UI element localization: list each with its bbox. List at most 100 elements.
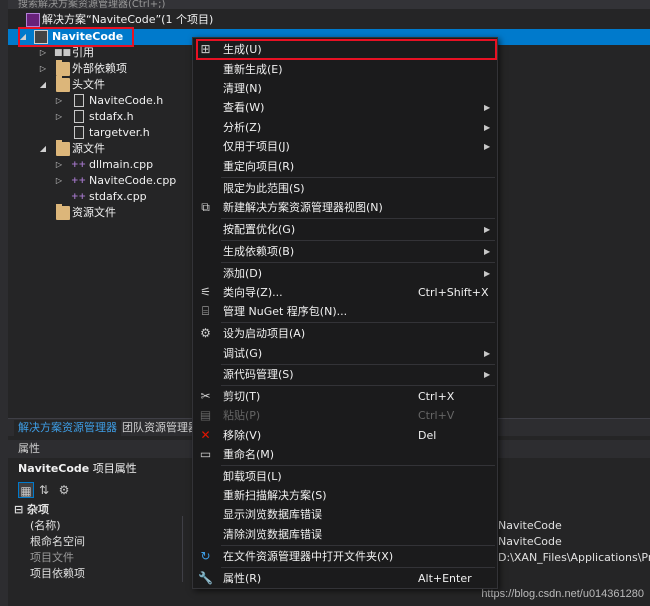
tree-label: 头文件	[72, 78, 105, 91]
alphabetical-icon[interactable]: ⇅	[36, 482, 52, 498]
category-label: ⊟ 杂项	[14, 503, 50, 516]
menu-separator	[221, 177, 495, 178]
folder-icon	[56, 60, 70, 76]
remove-icon: ✕	[200, 428, 211, 442]
menu-separator	[221, 322, 495, 323]
menu-item-cut[interactable]: ✂ 剪切(T) Ctrl+X	[194, 387, 496, 406]
class-wizard-icon: ⚟	[200, 285, 211, 299]
menu-separator	[221, 218, 495, 219]
menu-item-build-dependencies[interactable]: 生成依赖项(B) ▶	[194, 242, 496, 261]
menu-separator	[221, 262, 495, 263]
collapse-arrow-icon[interactable]: ▷	[54, 157, 64, 173]
menu-item-clear-db-errors[interactable]: 清除浏览数据库错误	[194, 525, 496, 544]
submenu-arrow-icon: ▶	[484, 123, 491, 132]
menu-separator	[221, 385, 495, 386]
header-file-icon	[74, 110, 84, 123]
menu-item-show-db-errors[interactable]: 显示浏览数据库错误	[194, 505, 496, 524]
solution-label: 解决方案“NaviteCode”(1 个项目)	[42, 13, 214, 26]
menu-item-rename[interactable]: ▭ 重命名(M)	[194, 445, 496, 464]
categorized-icon[interactable]: ▦	[18, 482, 34, 498]
property-value: NaviteCode	[498, 519, 562, 532]
properties-subject-suffix: 项目属性	[92, 462, 137, 475]
menu-item-pgo[interactable]: 按配置优化(G) ▶	[194, 220, 496, 239]
paste-icon: ▤	[199, 408, 212, 422]
menu-item-properties[interactable]: 🔧 属性(R) Alt+Enter	[194, 569, 496, 588]
submenu-arrow-icon: ▶	[484, 370, 491, 379]
folder-icon	[56, 204, 70, 220]
collapse-arrow-icon[interactable]: ▷	[38, 45, 48, 61]
menu-item-remove[interactable]: ✕ 移除(V) Del	[194, 426, 496, 445]
nuget-icon: ⌸	[201, 304, 210, 318]
menu-separator	[221, 240, 495, 241]
folder-icon	[56, 76, 70, 92]
submenu-arrow-icon: ▶	[484, 103, 491, 112]
menu-separator	[221, 567, 495, 568]
tab-solution-explorer[interactable]: 解决方案资源管理器	[14, 420, 121, 436]
project-highlight-box	[18, 27, 134, 47]
collapse-arrow-icon[interactable]: ▷	[54, 109, 64, 125]
tree-item-solution[interactable]: 解决方案“NaviteCode”(1 个项目)	[8, 12, 650, 28]
property-pages-icon[interactable]: ⚙	[56, 482, 72, 498]
expand-arrow-icon[interactable]: ◢	[38, 141, 48, 157]
rename-icon: ▭	[199, 447, 212, 461]
collapse-arrow-icon[interactable]: ▷	[54, 93, 64, 109]
menu-item-paste[interactable]: ▤ 粘贴(P) Ctrl+V	[194, 406, 496, 425]
folder-icon	[56, 140, 70, 156]
property-value: D:\XAN_Files\Applications\Proj	[498, 551, 650, 564]
submenu-arrow-icon: ▶	[484, 349, 491, 358]
menu-item-view[interactable]: 查看(W) ▶	[194, 98, 496, 117]
properties-subject-name: NaviteCode	[18, 462, 90, 475]
wrench-icon: 🔧	[198, 571, 213, 585]
grid-divider[interactable]	[182, 516, 183, 582]
refresh-arrow-icon: ↻	[200, 549, 211, 563]
menu-item-add[interactable]: 添加(D) ▶	[194, 264, 496, 283]
menu-item-unload[interactable]: 卸载项目(L)	[194, 467, 496, 486]
left-edge-strip	[0, 0, 8, 606]
tree-label: 引用	[72, 46, 94, 59]
references-icon: ■■	[54, 48, 72, 58]
search-placeholder: 搜索解决方案资源管理器(Ctrl+;)	[18, 0, 166, 9]
header-file-icon	[74, 126, 84, 139]
menu-item-set-startup[interactable]: ⚙ 设为启动项目(A)	[194, 324, 496, 343]
tree-label: targetver.h	[89, 126, 150, 139]
menu-item-retarget[interactable]: 重定向项目(R)	[194, 157, 496, 176]
tree-label: stdafx.cpp	[89, 190, 147, 203]
context-menu: ⊞ 生成(U) 重新生成(E) 清理(N) 查看(W) ▶ 分析(Z) ▶ 仅用于项…	[192, 37, 498, 589]
menu-item-rescan[interactable]: 重新扫描解决方案(S)	[194, 486, 496, 505]
property-value: NaviteCode	[498, 535, 562, 548]
submenu-arrow-icon: ▶	[484, 269, 491, 278]
solution-icon	[26, 13, 40, 27]
property-name: 项目依赖项	[30, 567, 85, 580]
menu-item-source-control[interactable]: 源代码管理(S) ▶	[194, 365, 496, 384]
property-name: 根命名空间	[30, 535, 85, 548]
menu-item-analyze[interactable]: 分析(Z) ▶	[194, 118, 496, 137]
menu-item-rebuild[interactable]: 重新生成(E)	[194, 60, 496, 79]
tab-team-explorer[interactable]: 团队资源管理器	[118, 420, 203, 436]
menu-item-open-in-explorer[interactable]: ↻ 在文件资源管理器中打开文件夹(X)	[194, 547, 496, 566]
tree-label: dllmain.cpp	[89, 158, 154, 171]
property-name: (名称)	[30, 519, 61, 532]
menu-item-project-only[interactable]: 仅用于项目(J) ▶	[194, 137, 496, 156]
submenu-arrow-icon: ▶	[484, 247, 491, 256]
submenu-arrow-icon: ▶	[484, 142, 491, 151]
menu-item-nuget[interactable]: ⌸ 管理 NuGet 程序包(N)...	[194, 302, 496, 321]
tree-label: 源文件	[72, 142, 105, 155]
menu-item-class-wizard[interactable]: ⚟ 类向导(Z)... Ctrl+Shift+X	[194, 283, 496, 302]
menu-separator	[221, 465, 495, 466]
cpp-file-icon: ++	[71, 160, 87, 170]
menu-item-clean[interactable]: 清理(N)	[194, 79, 496, 98]
property-name: 项目文件	[30, 551, 74, 564]
menu-separator	[221, 545, 495, 546]
build-highlight-box	[196, 39, 497, 60]
tree-label: NaviteCode.h	[89, 94, 164, 107]
menu-item-debug[interactable]: 调试(G) ▶	[194, 344, 496, 363]
search-input[interactable]: 搜索解决方案资源管理器(Ctrl+;)	[8, 0, 650, 9]
collapse-arrow-icon[interactable]: ▷	[38, 61, 48, 77]
collapse-arrow-icon[interactable]: ▷	[54, 173, 64, 189]
menu-item-new-view[interactable]: ⧉ 新建解决方案资源管理器视图(N)	[194, 198, 496, 217]
menu-item-scope-to-this[interactable]: 限定为此范围(S)	[194, 179, 496, 198]
tree-label: NaviteCode.cpp	[89, 174, 177, 187]
header-file-icon	[74, 94, 84, 107]
expand-arrow-icon[interactable]: ◢	[38, 77, 48, 93]
new-view-icon: ⧉	[201, 200, 210, 214]
